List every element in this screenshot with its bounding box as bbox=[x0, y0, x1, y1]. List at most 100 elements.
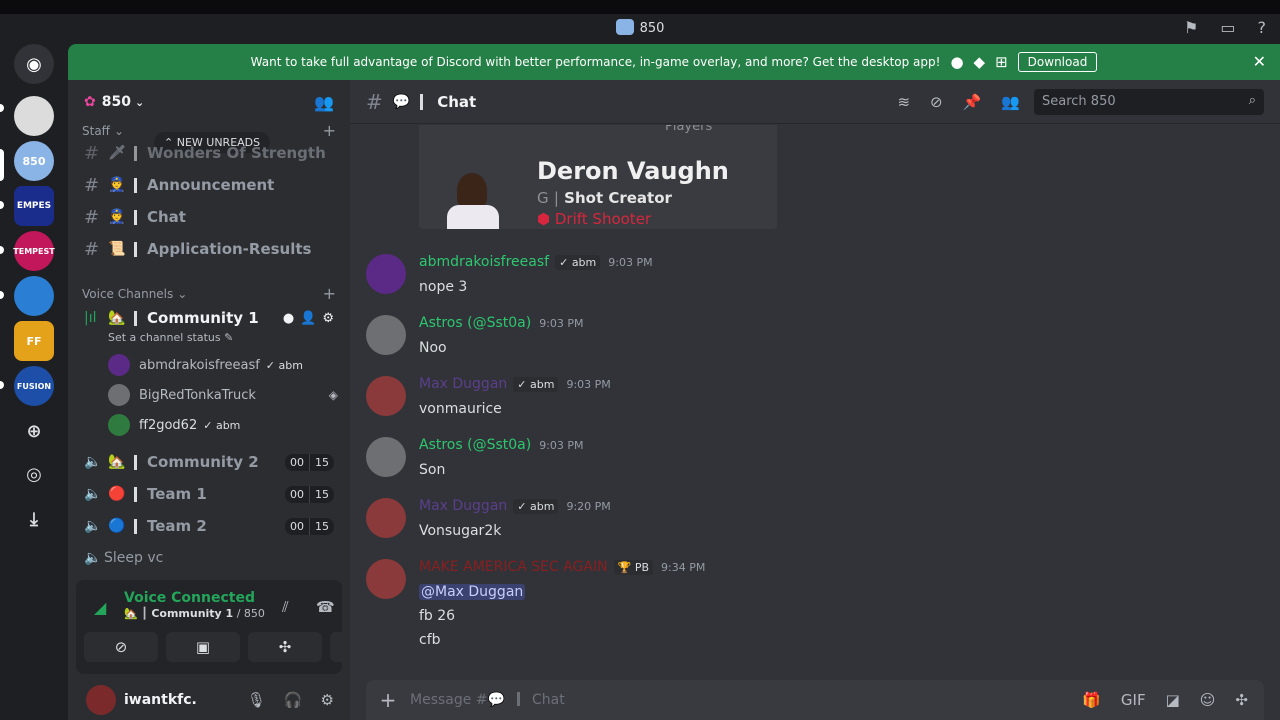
server-header[interactable]: ✿ 850 ⌄ 👥 bbox=[68, 80, 350, 124]
guild-icon-ff[interactable]: FF bbox=[14, 321, 54, 361]
message-author[interactable]: Max Duggan bbox=[419, 498, 507, 514]
help-icon[interactable]: ? bbox=[1258, 18, 1267, 37]
microphone-icon[interactable]: 🎙 bbox=[247, 691, 266, 709]
unread-pill bbox=[0, 291, 4, 299]
header-actions: ≋ ⊘ 📌 👥 bbox=[897, 93, 1020, 111]
invite-icon[interactable]: 👤 bbox=[300, 311, 316, 326]
voice-channel-team-1[interactable]: 🔈 🔴 Team 1 00 15 bbox=[76, 479, 342, 509]
avatar[interactable] bbox=[366, 559, 406, 599]
channel-emoji: 🔴 bbox=[108, 486, 126, 502]
player-name: Deron Vaughn bbox=[537, 157, 729, 185]
channel-label: Sleep vc bbox=[104, 550, 164, 566]
download-button[interactable]: Download bbox=[1017, 52, 1098, 72]
sticker-icon[interactable]: ◪ bbox=[1166, 691, 1180, 709]
voice-user[interactable]: abmdrakoisfreeasf ✓ abm bbox=[108, 354, 303, 376]
avatar[interactable] bbox=[366, 315, 406, 355]
voice-channel-community-2[interactable]: 🔈 🏡 Community 2 00 15 bbox=[76, 447, 342, 477]
message-author[interactable]: MAKE AMERICA SEC AGAIN bbox=[419, 559, 608, 575]
guild-icon-5[interactable] bbox=[14, 276, 54, 316]
flag-icon[interactable]: ⚑ bbox=[1184, 18, 1198, 37]
pinned-messages-icon[interactable]: 📌 bbox=[963, 93, 982, 111]
image-embed[interactable]: Players Deron Vaughn G | Shot Creator ⬢ … bbox=[419, 125, 777, 229]
activities-icon[interactable]: ✣ bbox=[248, 632, 322, 662]
signal-icon: ◢ bbox=[94, 598, 107, 617]
username[interactable]: iwantkfc. bbox=[124, 692, 197, 708]
chat-bubble-icon[interactable]: ● bbox=[283, 311, 294, 326]
unread-pill bbox=[0, 381, 4, 389]
search-input[interactable]: Search 850 ⌕ bbox=[1034, 88, 1264, 115]
emoji-icon[interactable]: ☺ bbox=[1200, 691, 1216, 709]
speaker-icon: 🔈 bbox=[84, 486, 102, 502]
explore-icon[interactable]: ◎ bbox=[24, 464, 44, 485]
message-content: @Max Duggan fb 26 cfb bbox=[419, 584, 526, 648]
message-author[interactable]: abmdrakoisfreeasf bbox=[419, 254, 549, 270]
unread-pill bbox=[0, 246, 4, 254]
disconnect-icon[interactable]: ☎ bbox=[316, 598, 335, 616]
threads-icon[interactable]: ≋ bbox=[897, 93, 910, 111]
voice-channel-sleep-vc[interactable]: 🔈 Sleep vc bbox=[76, 543, 342, 573]
avatar[interactable] bbox=[366, 437, 406, 477]
title-bar-actions: ⚑ ▭ ? bbox=[1184, 18, 1266, 37]
channel-announcement[interactable]: # 👮 Announcement bbox=[76, 170, 342, 200]
guild-icon-1[interactable] bbox=[14, 96, 54, 136]
voice-channel-community-1[interactable]: |ıl 🏡 Community 1 ● 👤 ⚙ bbox=[76, 303, 342, 333]
voice-user[interactable]: BigRedTonkaTruck ◈ bbox=[108, 384, 338, 406]
channel-status[interactable]: Set a channel status ✎ bbox=[108, 331, 233, 344]
notification-bell-off-icon[interactable]: ⊘ bbox=[930, 93, 943, 111]
hash-icon: # bbox=[84, 142, 100, 164]
gift-icon[interactable]: 🎁 bbox=[1082, 691, 1101, 709]
category-voice-channels[interactable]: Voice Channels ⌄ + bbox=[82, 284, 336, 303]
settings-gear-icon[interactable]: ⚙ bbox=[322, 311, 334, 326]
role-badge: ✓ abm bbox=[513, 376, 559, 392]
hash-icon: # bbox=[84, 206, 100, 228]
apps-icon[interactable]: ✣ bbox=[1235, 691, 1248, 709]
timestamp: 9:03 PM bbox=[539, 438, 584, 452]
avatar[interactable] bbox=[366, 498, 406, 538]
inbox-icon[interactable]: ▭ bbox=[1220, 18, 1235, 37]
message-composer[interactable]: + Message #💬 Chat 🎁 GIF ◪ ☺ ✣ bbox=[366, 680, 1264, 720]
channel-application-results[interactable]: # 📜 Application-Results bbox=[76, 234, 342, 264]
gif-icon[interactable]: GIF bbox=[1121, 691, 1146, 709]
title-bar: 850 ⚑ ▭ ? bbox=[0, 0, 1280, 44]
user-controls: 🎙 🎧 ⚙ bbox=[247, 691, 334, 709]
timestamp: 9:03 PM bbox=[566, 377, 611, 391]
desktop-app-banner: Want to take full advantage of Discord w… bbox=[68, 44, 1280, 80]
discord-home-button[interactable]: ◉ bbox=[14, 44, 54, 84]
add-channel-icon[interactable]: + bbox=[323, 284, 336, 303]
message-author[interactable]: Astros (@Sst0a) bbox=[419, 437, 531, 453]
app-root: 850 ⚑ ▭ ? ◉ 850 EMPES TEMPEST FF FUSION … bbox=[0, 0, 1280, 720]
invite-people-icon[interactable]: 👥 bbox=[314, 93, 334, 112]
channel-wonders[interactable]: # 🗡 Wonders Of Strength bbox=[76, 138, 342, 168]
member-list-icon[interactable]: 👥 bbox=[1001, 93, 1020, 111]
guild-icon-850[interactable]: 850 bbox=[14, 141, 54, 181]
add-server-icon[interactable]: ⊕ bbox=[24, 421, 44, 442]
channel-emoji: 📜 bbox=[108, 241, 126, 257]
avatar[interactable] bbox=[86, 685, 116, 715]
close-banner-icon[interactable]: ✕ bbox=[1253, 52, 1266, 71]
message-author[interactable]: Astros (@Sst0a) bbox=[419, 315, 531, 331]
headphones-icon[interactable]: 🎧 bbox=[284, 691, 303, 709]
guild-icon-tempest[interactable]: TEMPEST bbox=[13, 231, 55, 271]
screen-share-icon[interactable]: ▣ bbox=[166, 632, 240, 662]
user-mention[interactable]: @Max Duggan bbox=[419, 584, 526, 600]
download-apps-icon[interactable]: ⤓ bbox=[24, 509, 44, 530]
settings-gear-icon[interactable]: ⚙ bbox=[321, 691, 334, 709]
voice-connected-title[interactable]: Voice Connected bbox=[124, 590, 255, 606]
channel-chat[interactable]: # 👮 Chat bbox=[76, 202, 342, 232]
noise-suppression-icon[interactable]: ⫽ bbox=[282, 598, 289, 616]
guild-icon-empes[interactable]: EMPES bbox=[14, 186, 54, 226]
message-author[interactable]: Max Duggan bbox=[419, 376, 507, 392]
avatar[interactable] bbox=[366, 376, 406, 416]
composer-placeholder: Message #💬 Chat bbox=[410, 692, 565, 708]
guild-icon-fusion[interactable]: FUSION bbox=[14, 366, 54, 406]
avatar[interactable] bbox=[366, 254, 406, 294]
camera-off-icon[interactable]: ⊘ bbox=[84, 632, 158, 662]
role-badge: 🏆 PB bbox=[613, 559, 654, 575]
voice-connected-location[interactable]: 🏡 ┃ Community 1 / 850 bbox=[124, 607, 265, 620]
voice-user[interactable]: ff2god62 ✓ abm bbox=[108, 414, 240, 436]
chevron-down-icon: ⌄ bbox=[113, 123, 125, 138]
attach-plus-icon[interactable]: + bbox=[366, 688, 410, 712]
voice-channel-team-2[interactable]: 🔈 🔵 Team 2 00 15 bbox=[76, 511, 342, 541]
unread-pill bbox=[0, 104, 4, 112]
channel-emoji: 🗡 bbox=[108, 145, 126, 161]
